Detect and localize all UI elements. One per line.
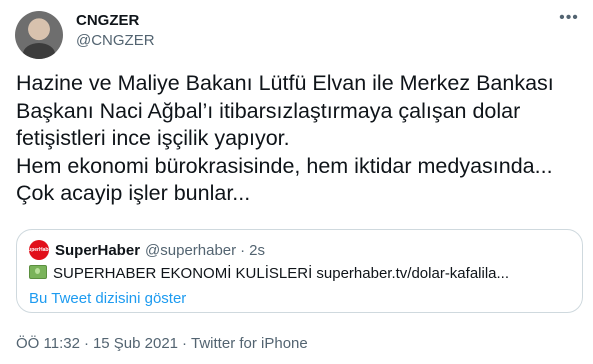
author-name[interactable]: CNGZER <box>76 12 139 29</box>
quoted-author-avatar: SuperHaber <box>25 240 53 260</box>
tweet-time[interactable]: ÖÖ 11:32 <box>16 335 80 352</box>
show-thread-link[interactable]: Bu Tweet dizisini göster <box>29 290 186 307</box>
tweet-footer: ÖÖ 11:32 · 15 Şub 2021 · Twitter for iPhone <box>16 335 308 352</box>
more-icon[interactable]: ••• <box>557 8 581 28</box>
author-avatar[interactable] <box>15 11 63 59</box>
tweet-text: Hazine ve Maliye Bakanı Lütfü Elvan ile … <box>16 71 554 205</box>
money-icon <box>29 265 47 279</box>
separator: · <box>83 335 89 352</box>
author-handle[interactable]: @CNGZER <box>76 32 155 49</box>
quoted-author-name: SuperHaber <box>55 241 141 259</box>
tweet-source[interactable]: Twitter for iPhone <box>191 335 308 352</box>
separator: · <box>240 241 246 259</box>
separator: · <box>182 335 188 352</box>
quoted-tweet-text-row: SUPERHABER EKONOMİ KULİSLERİ superhaber.… <box>29 265 574 282</box>
quoted-tweet-age: 2s <box>249 241 265 259</box>
quoted-tweet-header: SuperHaber SuperHaber @superhaber · 2s <box>25 240 265 260</box>
tweet-date[interactable]: 15 Şub 2021 <box>93 335 178 352</box>
quoted-author-handle: @superhaber <box>145 241 237 259</box>
quoted-tweet[interactable]: SuperHaber SuperHaber @superhaber · 2s S… <box>16 229 583 313</box>
quoted-tweet-text: SUPERHABER EKONOMİ KULİSLERİ superhaber.… <box>53 265 510 282</box>
